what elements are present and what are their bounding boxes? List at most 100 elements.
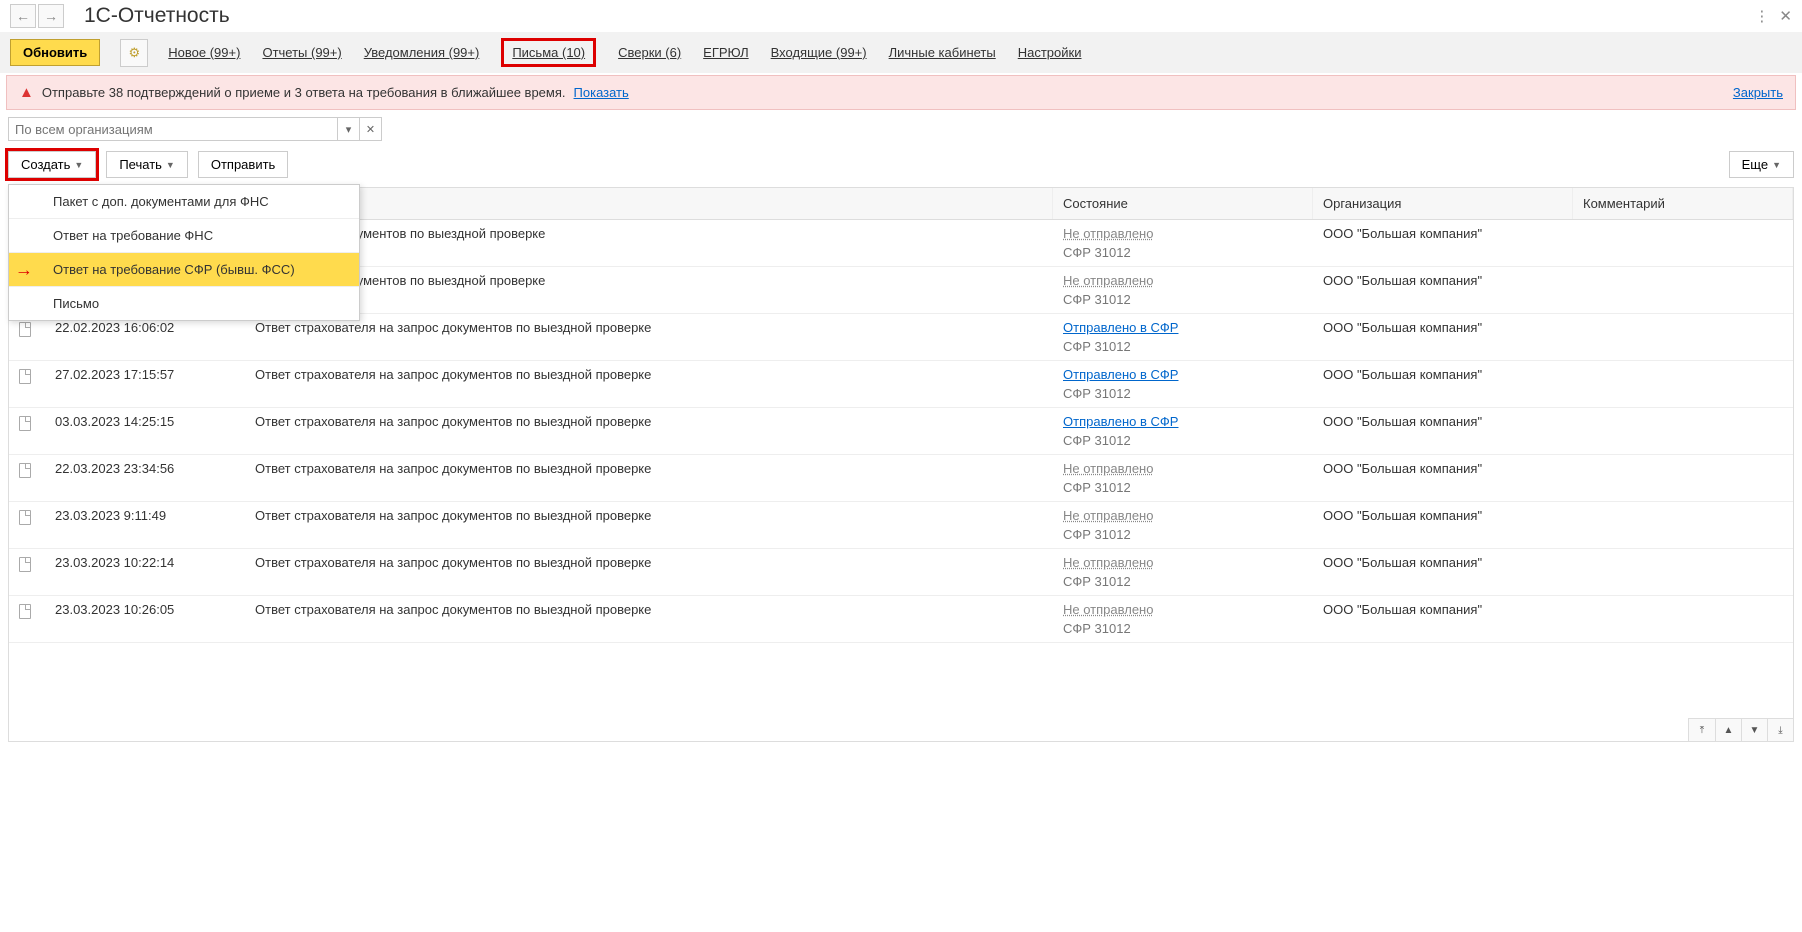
gear-icon: ⚙ [128, 45, 140, 61]
row-date: 03.03.2023 14:25:15 [45, 408, 245, 454]
table-row[interactable]: 23.03.2023 10:26:05Ответ страхователя на… [9, 596, 1793, 643]
column-header-org[interactable]: Организация [1313, 188, 1573, 219]
row-state: Не отправленоСФР 31012 [1053, 220, 1313, 266]
org-filter-input[interactable] [8, 117, 338, 141]
row-state: Отправлено в СФР СФР 31012 [1053, 361, 1313, 407]
row-name: Ответ страхователя на запрос документов … [245, 502, 1053, 548]
tab-new[interactable]: Новое (99+) [168, 45, 240, 60]
document-icon [19, 604, 31, 619]
nav-back-button[interactable]: ← [10, 4, 36, 28]
alert-close-link[interactable]: Закрыть [1733, 85, 1783, 100]
state-link[interactable]: Отправлено в СФР [1063, 414, 1178, 429]
org-filter-clear-button[interactable]: ✕ [360, 117, 382, 141]
row-state: Не отправленоСФР 31012 [1053, 549, 1313, 595]
nav-forward-button[interactable]: → [38, 4, 64, 28]
row-comment [1573, 502, 1793, 548]
column-header-comment[interactable]: Комментарий [1573, 188, 1793, 219]
row-comment [1573, 220, 1793, 266]
document-icon [19, 369, 31, 384]
row-org: ООО "Большая компания" [1313, 455, 1573, 501]
scroll-up-button[interactable]: ▲ [1715, 719, 1741, 741]
state-sub: СФР 31012 [1063, 480, 1303, 495]
gear-button[interactable]: ⚙ [120, 39, 148, 67]
row-date: 23.03.2023 10:22:14 [45, 549, 245, 595]
row-state: Не отправленоСФР 31012 [1053, 502, 1313, 548]
row-comment [1573, 314, 1793, 360]
table-row[interactable]: 03.03.2023 14:25:15Ответ страхователя на… [9, 408, 1793, 455]
row-comment [1573, 361, 1793, 407]
scroll-bottom-button[interactable]: ⤓ [1767, 719, 1793, 741]
state-sub: СФР 31012 [1063, 621, 1303, 636]
row-state: Отправлено в СФР СФР 31012 [1053, 408, 1313, 454]
row-comment [1573, 549, 1793, 595]
print-button[interactable]: Печать ▼ [106, 151, 188, 178]
org-filter-dropdown-button[interactable]: ▾ [338, 117, 360, 141]
document-icon [19, 510, 31, 525]
dropdown-item-letter[interactable]: Письмо [9, 287, 359, 320]
row-org: ООО "Большая компания" [1313, 549, 1573, 595]
state-link[interactable]: Не отправлено [1063, 226, 1153, 241]
table-row[interactable]: 23.03.2023 10:22:14Ответ страхователя на… [9, 549, 1793, 596]
dropdown-item-response-sfr[interactable]: → Ответ на требование СФР (бывш. ФСС) [9, 253, 359, 287]
table-row[interactable]: 22.03.2023 23:34:56Ответ страхователя на… [9, 455, 1793, 502]
alert-show-link[interactable]: Показать [574, 85, 629, 100]
dropdown-item-package-fns[interactable]: Пакет с доп. документами для ФНС [9, 185, 359, 219]
row-name: Ответ страхователя на запрос документов … [245, 361, 1053, 407]
tab-bar: Обновить ⚙ Новое (99+) Отчеты (99+) Увед… [0, 32, 1802, 73]
row-icon-cell [9, 408, 45, 454]
create-dropdown-menu: Пакет с доп. документами для ФНС Ответ н… [8, 184, 360, 321]
print-button-label: Печать [119, 157, 162, 172]
state-link[interactable]: Отправлено в СФР [1063, 367, 1178, 382]
tab-settings[interactable]: Настройки [1018, 45, 1082, 60]
state-link[interactable]: Не отправлено [1063, 602, 1153, 617]
table-row[interactable]: 27.02.2023 17:15:57Ответ страхователя на… [9, 361, 1793, 408]
state-link[interactable]: Не отправлено [1063, 555, 1153, 570]
state-link[interactable]: Не отправлено [1063, 273, 1153, 288]
document-icon [19, 463, 31, 478]
row-icon-cell [9, 361, 45, 407]
dropdown-item-response-fns[interactable]: Ответ на требование ФНС [9, 219, 359, 253]
row-state: Не отправлено СФР 31012 [1053, 596, 1313, 642]
row-name: Ответ страхователя на запрос документов … [245, 314, 1053, 360]
table-row[interactable]: 22.02.2023 16:06:02Ответ страхователя на… [9, 314, 1793, 361]
tab-letters[interactable]: Письма (10) [501, 38, 596, 67]
send-button[interactable]: Отправить [198, 151, 288, 178]
row-date: 22.03.2023 23:34:56 [45, 455, 245, 501]
tab-incoming[interactable]: Входящие (99+) [771, 45, 867, 60]
more-button[interactable]: Еще ▼ [1729, 151, 1794, 178]
tab-notifications[interactable]: Уведомления (99+) [364, 45, 480, 60]
row-date: 23.03.2023 10:26:05 [45, 596, 245, 642]
close-icon[interactable]: ✕ [1779, 7, 1792, 25]
state-sub: СФР 31012 [1063, 292, 1303, 307]
state-link[interactable]: Отправлено в СФР [1063, 320, 1178, 335]
row-comment [1573, 267, 1793, 313]
chevron-down-icon: ▼ [166, 160, 175, 170]
state-link[interactable]: Не отправлено [1063, 461, 1153, 476]
chevron-down-icon: ▼ [74, 160, 83, 170]
row-comment [1573, 455, 1793, 501]
row-date: 27.02.2023 17:15:57 [45, 361, 245, 407]
tab-reconciliations[interactable]: Сверки (6) [618, 45, 681, 60]
document-icon [19, 322, 31, 337]
tab-egrul[interactable]: ЕГРЮЛ [703, 45, 748, 60]
tab-reports[interactable]: Отчеты (99+) [262, 45, 341, 60]
row-comment [1573, 408, 1793, 454]
state-sub: СФР 31012 [1063, 433, 1303, 448]
tab-cabinets[interactable]: Личные кабинеты [889, 45, 996, 60]
scroll-top-button[interactable]: ⤒ [1689, 719, 1715, 741]
state-link[interactable]: Не отправлено [1063, 508, 1153, 523]
table-row[interactable]: 23.03.2023 9:11:49Ответ страхователя на … [9, 502, 1793, 549]
scroll-down-button[interactable]: ▼ [1741, 719, 1767, 741]
column-header-state[interactable]: Состояние [1053, 188, 1313, 219]
row-name: Ответ страхователя на запрос документов … [245, 408, 1053, 454]
row-comment [1573, 596, 1793, 642]
create-button-label: Создать [21, 157, 70, 172]
row-icon-cell [9, 502, 45, 548]
document-icon [19, 416, 31, 431]
state-sub: СФР 31012 [1063, 386, 1303, 401]
menu-icon[interactable]: ⋮ [1754, 7, 1769, 25]
row-org: ООО "Большая компания" [1313, 596, 1573, 642]
row-date: 23.03.2023 9:11:49 [45, 502, 245, 548]
refresh-button[interactable]: Обновить [10, 39, 100, 66]
create-button[interactable]: Создать ▼ [8, 151, 96, 178]
